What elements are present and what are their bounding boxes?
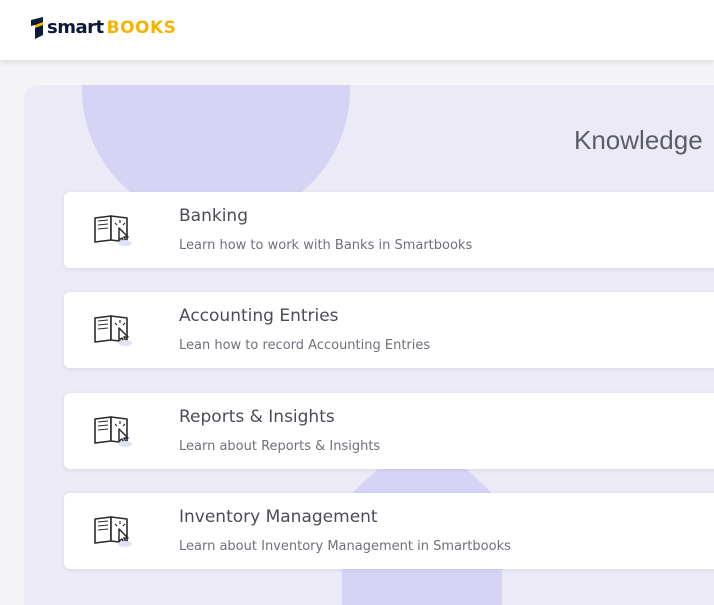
logo-text-smart: smart bbox=[47, 17, 104, 38]
book-pointer-icon bbox=[94, 416, 132, 447]
knowledge-card-banking[interactable]: Banking Learn how to work with Banks in … bbox=[64, 192, 714, 268]
card-description: Lean how to record Accounting Entries bbox=[179, 338, 431, 353]
card-description: Learn about Reports & Insights bbox=[179, 439, 381, 454]
book-pointer-icon bbox=[94, 516, 132, 547]
card-description: Learn how to work with Banks in Smartboo… bbox=[179, 238, 473, 253]
page-title: Knowledge bbox=[574, 125, 703, 155]
logo-text-books: BOOKS bbox=[106, 18, 177, 38]
card-description: Learn about Inventory Management in Smar… bbox=[179, 539, 511, 554]
top-bar: smart BOOKS bbox=[0, 0, 714, 60]
knowledge-card-reports-insights[interactable]: Reports & Insights Learn about Reports &… bbox=[64, 393, 714, 469]
smartbooks-logo[interactable]: smart BOOKS bbox=[30, 16, 176, 40]
card-title: Accounting Entries bbox=[179, 306, 339, 326]
card-title: Banking bbox=[179, 206, 248, 226]
card-title: Reports & Insights bbox=[179, 407, 335, 427]
book-pointer-icon bbox=[94, 215, 132, 246]
knowledge-card-accounting-entries[interactable]: Accounting Entries Lean how to record Ac… bbox=[64, 292, 714, 368]
card-title: Inventory Management bbox=[179, 507, 378, 527]
book-pointer-icon bbox=[94, 315, 132, 346]
knowledge-card-inventory-management[interactable]: Inventory Management Learn about Invento… bbox=[64, 493, 714, 569]
logo-mark-icon bbox=[31, 17, 43, 39]
